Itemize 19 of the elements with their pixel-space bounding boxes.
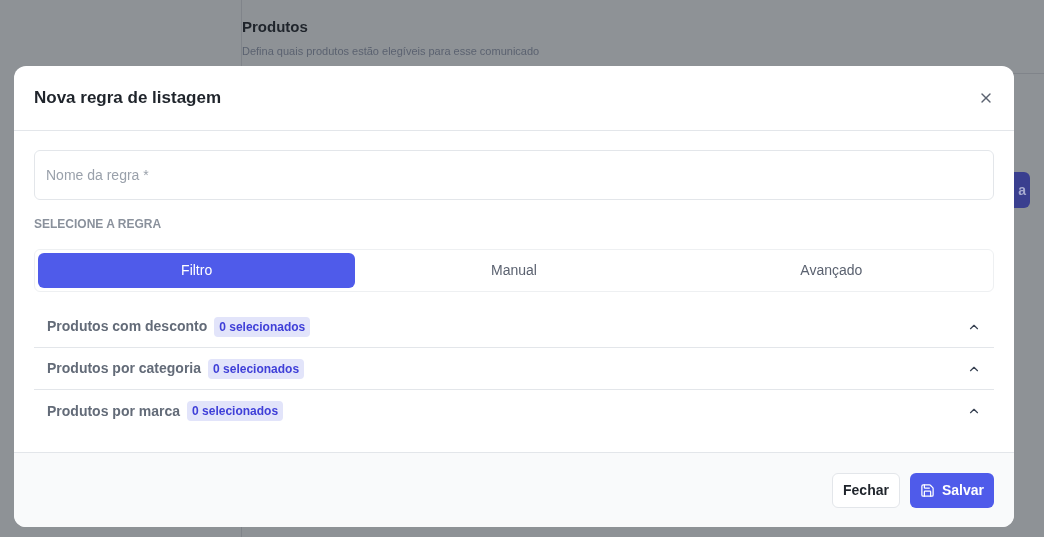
count-badge: 0 selecionados (187, 401, 284, 421)
filter-row[interactable]: Produtos por categoria 0 selecionados (34, 348, 994, 390)
filter-label: Produtos por categoria (47, 359, 202, 378)
name-field[interactable]: Nome da regra * (34, 150, 994, 200)
section-label: SELECIONE A REGRA (34, 216, 163, 233)
filter-label: Produtos por marca (47, 401, 181, 421)
filter-label: Produtos com desconto (47, 317, 208, 336)
rule-tab[interactable]: Filtro (38, 253, 356, 288)
close-button[interactable]: Fechar (832, 472, 900, 508)
rule-tab[interactable]: Manual (355, 253, 673, 288)
count-badge: 0 selecionados (208, 358, 305, 379)
filter-row[interactable]: Produtos por marca 0 selecionados (34, 390, 994, 432)
save-button[interactable]: Salvar (909, 472, 994, 508)
rule-tab[interactable]: Avançado (672, 253, 990, 288)
filter-row[interactable]: Produtos com desconto 0 selecionados (34, 306, 994, 348)
section-title: Produtos (242, 17, 309, 37)
dialog-title: Nova regra de listagem (34, 87, 222, 110)
save-icon (919, 482, 935, 498)
count-badge: 0 selecionados (214, 316, 311, 337)
